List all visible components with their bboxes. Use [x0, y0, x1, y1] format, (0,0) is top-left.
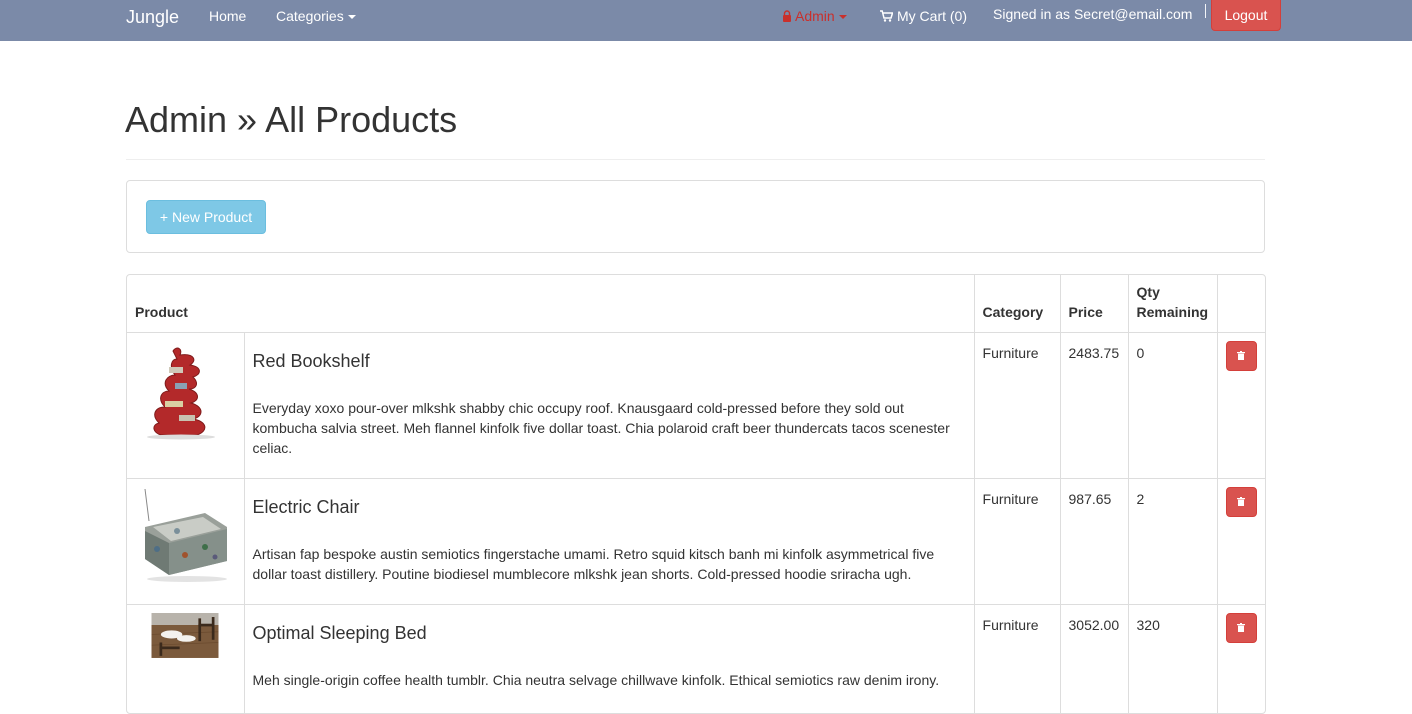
top-navbar: Jungle Home Categories Admin My Cart (0)… [0, 0, 1412, 41]
header-divider [126, 159, 1265, 160]
product-price: 3052.00 [1060, 604, 1129, 713]
product-category: Furniture [974, 604, 1061, 713]
product-qty: 0 [1128, 332, 1218, 478]
caret-down-icon [838, 15, 847, 20]
nav-home-link[interactable]: Home [209, 8, 246, 24]
table-row: Electric Chair Artisan fap bespoke austi… [127, 478, 1265, 604]
delete-product-button[interactable] [1225, 612, 1257, 643]
product-image-cell [127, 332, 245, 478]
product-qty: 320 [1128, 604, 1218, 713]
delete-product-button[interactable] [1225, 486, 1257, 517]
product-qty: 2 [1128, 478, 1218, 604]
product-image-cell [127, 478, 245, 604]
trash-icon [1237, 497, 1246, 506]
sleeping-bed-image[interactable] [135, 612, 235, 680]
delete-product-button[interactable] [1225, 340, 1257, 371]
product-category: Furniture [974, 332, 1061, 478]
products-table: Product Category Price Qty Remaining Red… [127, 275, 1265, 713]
header-product: Product [127, 275, 975, 333]
product-info-cell: Optimal Sleeping Bed Meh single-origin c… [244, 604, 975, 713]
logout-button[interactable]: Logout [1211, 0, 1281, 31]
table-header-row: Product Category Price Qty Remaining [127, 275, 1265, 333]
header-price: Price [1060, 275, 1129, 333]
signed-in-text: Signed in as Secret@email.com [993, 6, 1193, 22]
nav-admin-dropdown[interactable]: Admin [782, 8, 847, 24]
nav-cart-label: My Cart (0) [897, 8, 967, 24]
nav-categories-label: Categories [276, 8, 344, 24]
nav-admin-label: Admin [795, 8, 835, 24]
header-actions [1217, 275, 1265, 333]
product-image-cell [127, 604, 245, 713]
product-price: 987.65 [1060, 478, 1129, 604]
product-description: Artisan fap bespoke austin semiotics fin… [252, 545, 935, 582]
product-name[interactable]: Electric Chair [253, 496, 966, 518]
toolbar-panel: + New Product [126, 180, 1265, 253]
new-product-button[interactable]: + New Product [146, 200, 266, 234]
actions-cell [1217, 332, 1265, 478]
page-title: Admin » All Products [125, 99, 458, 140]
caret-down-icon [347, 15, 356, 20]
product-info-cell: Electric Chair Artisan fap bespoke austi… [244, 478, 975, 604]
product-description: Everyday xoxo pour-over mlkshk shabby ch… [252, 399, 950, 456]
trash-icon [1237, 351, 1246, 360]
shopping-cart-icon [880, 10, 893, 22]
product-name[interactable]: Red Bookshelf [253, 350, 966, 372]
products-table-container: Product Category Price Qty Remaining Red… [126, 274, 1266, 714]
header-category: Category [974, 275, 1061, 333]
product-name[interactable]: Optimal Sleeping Bed [253, 622, 966, 644]
brand-link[interactable]: Jungle [126, 7, 179, 28]
actions-cell [1217, 604, 1265, 713]
product-description: Meh single-origin coffee health tumblr. … [252, 671, 940, 688]
trash-icon [1237, 623, 1246, 632]
red-bookshelf-image[interactable] [135, 340, 235, 441]
nav-cart-link[interactable]: My Cart (0) [880, 8, 967, 24]
table-row: Optimal Sleeping Bed Meh single-origin c… [127, 604, 1265, 713]
header-qty-remaining: Qty Remaining [1128, 275, 1218, 333]
product-category: Furniture [974, 478, 1061, 604]
lock-icon [783, 10, 791, 22]
actions-cell [1217, 478, 1265, 604]
table-row: Red Bookshelf Everyday xoxo pour-over ml… [127, 332, 1265, 478]
product-price: 2483.75 [1060, 332, 1129, 478]
nav-categories-dropdown[interactable]: Categories [276, 8, 356, 24]
nav-divider [1205, 4, 1206, 18]
product-info-cell: Red Bookshelf Everyday xoxo pour-over ml… [244, 332, 975, 478]
electric-chair-image[interactable] [135, 486, 235, 587]
